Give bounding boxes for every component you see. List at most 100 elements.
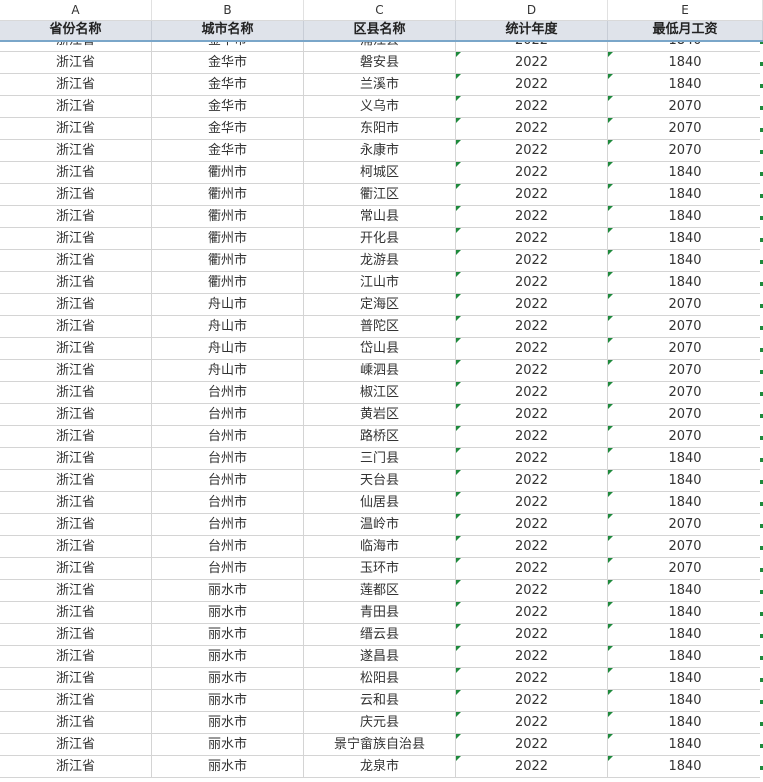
cell-city[interactable]: 衢州市 bbox=[152, 250, 304, 271]
cell-year[interactable]: 2022 bbox=[456, 668, 608, 689]
cell-district[interactable]: 路桥区 bbox=[304, 426, 456, 447]
cell-city[interactable]: 丽水市 bbox=[152, 580, 304, 601]
cell-city[interactable]: 舟山市 bbox=[152, 338, 304, 359]
cell-province[interactable]: 浙江省 bbox=[0, 690, 152, 711]
cell-district[interactable]: 黄岩区 bbox=[304, 404, 456, 425]
cell-min-wage[interactable]: 1840 bbox=[608, 74, 763, 95]
cell-province[interactable]: 浙江省 bbox=[0, 316, 152, 337]
cell-year[interactable]: 2022 bbox=[456, 272, 608, 293]
cell-city[interactable]: 丽水市 bbox=[152, 602, 304, 623]
cell-city[interactable]: 丽水市 bbox=[152, 690, 304, 711]
cell-year[interactable]: 2022 bbox=[456, 580, 608, 601]
cell-min-wage[interactable]: 1840 bbox=[608, 690, 763, 711]
cell-city[interactable]: 丽水市 bbox=[152, 668, 304, 689]
cell-district[interactable]: 仙居县 bbox=[304, 492, 456, 513]
cell-year[interactable]: 2022 bbox=[456, 118, 608, 139]
cell-min-wage[interactable]: 2070 bbox=[608, 514, 763, 535]
cell-province[interactable]: 浙江省 bbox=[0, 184, 152, 205]
cell-province[interactable]: 浙江省 bbox=[0, 118, 152, 139]
column-header-b[interactable]: B bbox=[152, 0, 304, 20]
cell-province[interactable]: 浙江省 bbox=[0, 756, 152, 777]
cell-year[interactable]: 2022 bbox=[456, 316, 608, 337]
cell-year[interactable]: 2022 bbox=[456, 52, 608, 73]
cell-province[interactable]: 浙江省 bbox=[0, 294, 152, 315]
cell-district[interactable]: 遂昌县 bbox=[304, 646, 456, 667]
cell-province[interactable]: 浙江省 bbox=[0, 206, 152, 227]
cell-province[interactable]: 浙江省 bbox=[0, 734, 152, 755]
cell-district[interactable]: 温岭市 bbox=[304, 514, 456, 535]
cell-year[interactable]: 2022 bbox=[456, 206, 608, 227]
cell-district[interactable]: 龙泉市 bbox=[304, 756, 456, 777]
cell-min-wage[interactable]: 1840 bbox=[608, 272, 763, 293]
cell-year[interactable]: 2022 bbox=[456, 712, 608, 733]
cell-min-wage[interactable]: 2070 bbox=[608, 536, 763, 557]
header-cell-province[interactable]: 省份名称 bbox=[0, 20, 152, 40]
cell-min-wage[interactable]: 2070 bbox=[608, 360, 763, 381]
cell-min-wage[interactable]: 1840 bbox=[608, 448, 763, 469]
cell-city[interactable]: 金华市 bbox=[152, 74, 304, 95]
cell-year[interactable]: 2022 bbox=[456, 448, 608, 469]
cell-province[interactable]: 浙江省 bbox=[0, 338, 152, 359]
cell-min-wage[interactable]: 1840 bbox=[608, 624, 763, 645]
cell-year[interactable]: 2022 bbox=[456, 250, 608, 271]
cell-city[interactable]: 台州市 bbox=[152, 514, 304, 535]
column-header-a[interactable]: A bbox=[0, 0, 152, 20]
cell-province[interactable]: 浙江省 bbox=[0, 140, 152, 161]
cell-city[interactable]: 丽水市 bbox=[152, 712, 304, 733]
cell-min-wage[interactable]: 1840 bbox=[608, 52, 763, 73]
cell-city[interactable]: 台州市 bbox=[152, 448, 304, 469]
cell-province[interactable]: 浙江省 bbox=[0, 272, 152, 293]
cell-district[interactable]: 开化县 bbox=[304, 228, 456, 249]
cell-province[interactable]: 浙江省 bbox=[0, 382, 152, 403]
cell-year[interactable]: 2022 bbox=[456, 404, 608, 425]
cell-year[interactable]: 2022 bbox=[456, 228, 608, 249]
cell-min-wage[interactable]: 1840 bbox=[608, 162, 763, 183]
cell-district[interactable]: 莲都区 bbox=[304, 580, 456, 601]
cell-city[interactable]: 丽水市 bbox=[152, 646, 304, 667]
cell-city[interactable]: 衢州市 bbox=[152, 206, 304, 227]
cell-year[interactable]: 2022 bbox=[456, 624, 608, 645]
cell-city[interactable]: 台州市 bbox=[152, 404, 304, 425]
cell-province[interactable]: 浙江省 bbox=[0, 624, 152, 645]
cell-min-wage[interactable]: 1840 bbox=[608, 184, 763, 205]
cell-year[interactable]: 2022 bbox=[456, 492, 608, 513]
cell-province[interactable]: 浙江省 bbox=[0, 646, 152, 667]
cell-district[interactable]: 普陀区 bbox=[304, 316, 456, 337]
cell-year[interactable]: 2022 bbox=[456, 690, 608, 711]
cell-min-wage[interactable]: 1840 bbox=[608, 228, 763, 249]
cell-district[interactable]: 常山县 bbox=[304, 206, 456, 227]
cell-year[interactable]: 2022 bbox=[456, 756, 608, 777]
cell-district[interactable]: 云和县 bbox=[304, 690, 456, 711]
cell-city[interactable]: 金华市 bbox=[152, 140, 304, 161]
cell-city[interactable]: 金华市 bbox=[152, 52, 304, 73]
cell-city[interactable]: 金华市 bbox=[152, 118, 304, 139]
cell-year[interactable]: 2022 bbox=[456, 184, 608, 205]
cell-year[interactable]: 2022 bbox=[456, 162, 608, 183]
cell-year[interactable]: 2022 bbox=[456, 360, 608, 381]
cell-district[interactable]: 青田县 bbox=[304, 602, 456, 623]
cell-city[interactable]: 台州市 bbox=[152, 536, 304, 557]
cell-district[interactable]: 景宁畲族自治县 bbox=[304, 734, 456, 755]
cell-province[interactable]: 浙江省 bbox=[0, 492, 152, 513]
cell-district[interactable]: 江山市 bbox=[304, 272, 456, 293]
cell-year[interactable]: 2022 bbox=[456, 294, 608, 315]
cell-district[interactable]: 定海区 bbox=[304, 294, 456, 315]
cell-min-wage[interactable]: 2070 bbox=[608, 382, 763, 403]
cell-district[interactable]: 松阳县 bbox=[304, 668, 456, 689]
cell-min-wage[interactable]: 2070 bbox=[608, 316, 763, 337]
column-header-e[interactable]: E bbox=[608, 0, 763, 20]
cell-district[interactable]: 临海市 bbox=[304, 536, 456, 557]
cell-min-wage[interactable]: 1840 bbox=[608, 668, 763, 689]
cell-min-wage[interactable]: 1840 bbox=[608, 470, 763, 491]
cell-city[interactable]: 台州市 bbox=[152, 492, 304, 513]
cell-province[interactable]: 浙江省 bbox=[0, 668, 152, 689]
header-cell-district[interactable]: 区县名称 bbox=[304, 20, 456, 40]
column-header-c[interactable]: C bbox=[304, 0, 456, 20]
cell-year[interactable]: 2022 bbox=[456, 426, 608, 447]
cell-province[interactable]: 浙江省 bbox=[0, 162, 152, 183]
cell-district[interactable]: 天台县 bbox=[304, 470, 456, 491]
cell-year[interactable]: 2022 bbox=[456, 96, 608, 117]
cell-year[interactable]: 2022 bbox=[456, 74, 608, 95]
cell-min-wage[interactable]: 2070 bbox=[608, 294, 763, 315]
header-cell-min-wage[interactable]: 最低月工资 bbox=[608, 20, 763, 40]
